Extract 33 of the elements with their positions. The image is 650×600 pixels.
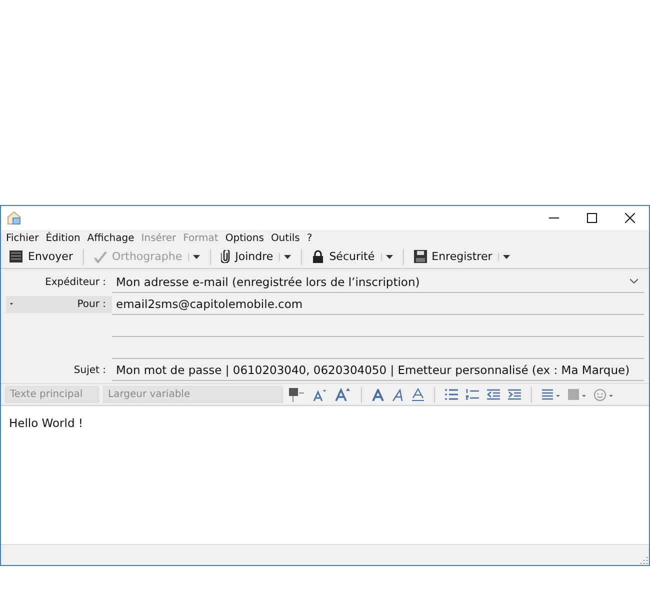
bold-icon[interactable] bbox=[370, 386, 386, 403]
field-label: Sujet : bbox=[74, 364, 106, 376]
smiley-icon[interactable] bbox=[592, 386, 615, 403]
maximize-icon bbox=[587, 213, 597, 223]
message-body-text: Hello World ! bbox=[9, 416, 84, 430]
caret-icon bbox=[503, 254, 510, 258]
checkmark-icon bbox=[94, 250, 107, 262]
toolbar-button[interactable]: Sécurité bbox=[308, 248, 379, 265]
field-label: Expéditeur : bbox=[45, 276, 106, 288]
menu-item[interactable]: ? bbox=[306, 233, 312, 244]
toolbar-button[interactable]: Enregistrer bbox=[410, 248, 496, 265]
app-icon bbox=[7, 211, 21, 225]
padlock-icon bbox=[312, 250, 324, 263]
caret-icon bbox=[284, 254, 292, 258]
resize-grip-icon bbox=[639, 555, 649, 565]
menu-item[interactable]: Outils bbox=[270, 233, 300, 244]
caret-icon bbox=[193, 254, 200, 258]
close-icon bbox=[625, 213, 635, 223]
text-color-icon[interactable] bbox=[287, 386, 307, 403]
menu-item[interactable]: Affichage bbox=[87, 233, 134, 244]
toolbar-button[interactable]: Envoyer bbox=[5, 248, 77, 265]
menu-item[interactable]: Options bbox=[225, 233, 264, 244]
paperclip-icon bbox=[221, 250, 230, 263]
toolbar-button[interactable]: Joindre bbox=[217, 248, 278, 265]
caret-icon bbox=[10, 302, 13, 306]
menu-item[interactable]: Fichier bbox=[6, 233, 39, 244]
recipient-type-select[interactable]: Pour : bbox=[6, 296, 112, 312]
chevron-down-icon bbox=[630, 279, 638, 284]
caret-icon bbox=[386, 254, 393, 258]
font-larger-icon[interactable] bbox=[333, 386, 353, 403]
underline-icon[interactable] bbox=[410, 386, 426, 403]
menu-item[interactable]: Édition bbox=[46, 233, 80, 244]
envelope-stack-icon bbox=[9, 250, 23, 263]
